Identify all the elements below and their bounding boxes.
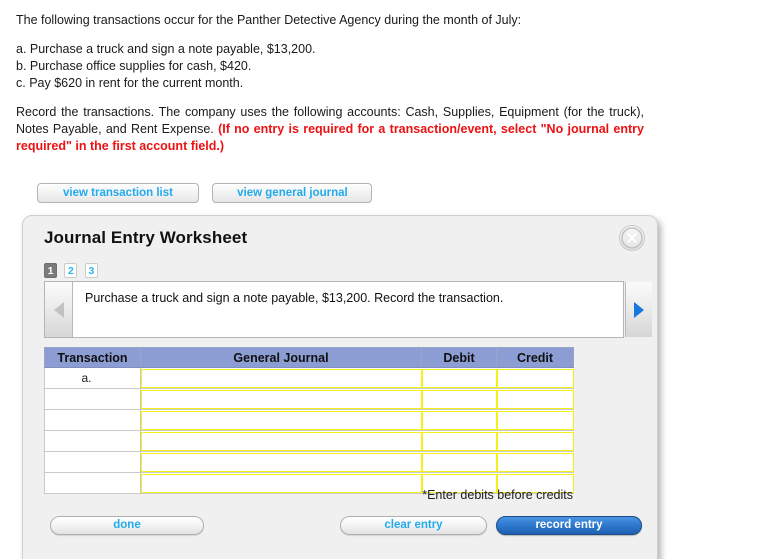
problem-intro: The following transactions occur for the…	[16, 13, 522, 27]
table-row: a.	[44, 367, 574, 389]
problem-statement: The following transactions occur for the…	[16, 12, 644, 167]
table-row	[44, 430, 574, 452]
done-button[interactable]: done	[50, 516, 204, 535]
credit-input[interactable]	[496, 389, 574, 409]
page-root: The following transactions occur for the…	[0, 0, 758, 559]
general-journal-input[interactable]	[141, 389, 422, 409]
transaction-item-b: b. Purchase office supplies for cash, $4…	[16, 59, 252, 73]
cell-credit[interactable]	[496, 367, 574, 389]
cell-debit[interactable]	[421, 451, 497, 473]
header-credit: Credit	[496, 347, 574, 368]
cell-credit[interactable]	[496, 388, 574, 410]
header-transaction: Transaction	[44, 347, 141, 368]
next-entry-button[interactable]	[625, 282, 652, 337]
cell-general-journal[interactable]	[140, 367, 422, 389]
clear-entry-button[interactable]: clear entry	[340, 516, 487, 535]
cell-transaction	[44, 430, 141, 452]
page-chip-2[interactable]: 2	[64, 263, 78, 278]
cell-debit[interactable]	[421, 430, 497, 452]
header-debit: Debit	[421, 347, 497, 368]
cell-transaction	[44, 472, 141, 494]
view-buttons-row: view transaction list view general journ…	[37, 183, 381, 203]
debit-input[interactable]	[421, 452, 497, 472]
general-journal-input[interactable]	[141, 452, 422, 472]
cell-general-journal[interactable]	[140, 451, 422, 473]
cell-transaction	[44, 388, 141, 410]
cell-general-journal[interactable]	[140, 409, 422, 431]
prompt-bar: Purchase a truck and sign a note payable…	[44, 281, 652, 338]
cell-transaction	[44, 451, 141, 473]
debit-input[interactable]	[421, 431, 497, 451]
general-journal-input[interactable]	[141, 410, 422, 430]
view-transaction-list-button[interactable]: view transaction list	[37, 183, 199, 203]
transaction-list: a. Purchase a truck and sign a note paya…	[16, 41, 644, 92]
cell-credit[interactable]	[496, 451, 574, 473]
transaction-item-a: a. Purchase a truck and sign a note paya…	[16, 42, 316, 56]
record-entry-button[interactable]: record entry	[496, 516, 642, 535]
credit-input[interactable]	[496, 452, 574, 472]
table-row	[44, 388, 574, 410]
problem-instruction: Record the transactions. The company use…	[16, 104, 644, 155]
journal-entry-worksheet-panel: Journal Entry Worksheet 1 2 3 Purchase a…	[22, 215, 658, 559]
cell-debit[interactable]	[421, 367, 497, 389]
cell-transaction	[44, 409, 141, 431]
previous-entry-button[interactable]	[45, 282, 73, 337]
cell-transaction: a.	[44, 367, 141, 389]
credit-input[interactable]	[496, 431, 574, 451]
debit-input[interactable]	[421, 410, 497, 430]
journal-entry-table: Transaction General Journal Debit Credit…	[44, 347, 574, 494]
debit-input[interactable]	[421, 389, 497, 409]
table-header-row: Transaction General Journal Debit Credit	[44, 347, 574, 368]
cell-debit[interactable]	[421, 409, 497, 431]
cell-credit[interactable]	[496, 430, 574, 452]
cell-general-journal[interactable]	[140, 430, 422, 452]
transaction-item-c: c. Pay $620 in rent for the current mont…	[16, 76, 244, 90]
worksheet-pagination: 1 2 3	[44, 263, 101, 281]
page-title: Journal Entry Worksheet	[44, 228, 248, 247]
cell-general-journal[interactable]	[140, 388, 422, 410]
prompt-text: Purchase a truck and sign a note payable…	[85, 291, 504, 305]
debits-before-credits-note: *Enter debits before credits	[422, 488, 573, 502]
general-journal-input[interactable]	[141, 368, 422, 388]
general-journal-input[interactable]	[141, 431, 422, 451]
table-row	[44, 451, 574, 473]
header-general-journal: General Journal	[140, 347, 422, 368]
cell-credit[interactable]	[496, 409, 574, 431]
debit-input[interactable]	[421, 368, 497, 388]
view-general-journal-button[interactable]: view general journal	[212, 183, 373, 203]
cell-debit[interactable]	[421, 388, 497, 410]
credit-input[interactable]	[496, 368, 574, 388]
page-chip-3[interactable]: 3	[84, 263, 98, 278]
credit-input[interactable]	[496, 410, 574, 430]
page-chip-1[interactable]: 1	[44, 263, 57, 278]
table-row	[44, 409, 574, 431]
close-icon[interactable]	[619, 225, 645, 251]
